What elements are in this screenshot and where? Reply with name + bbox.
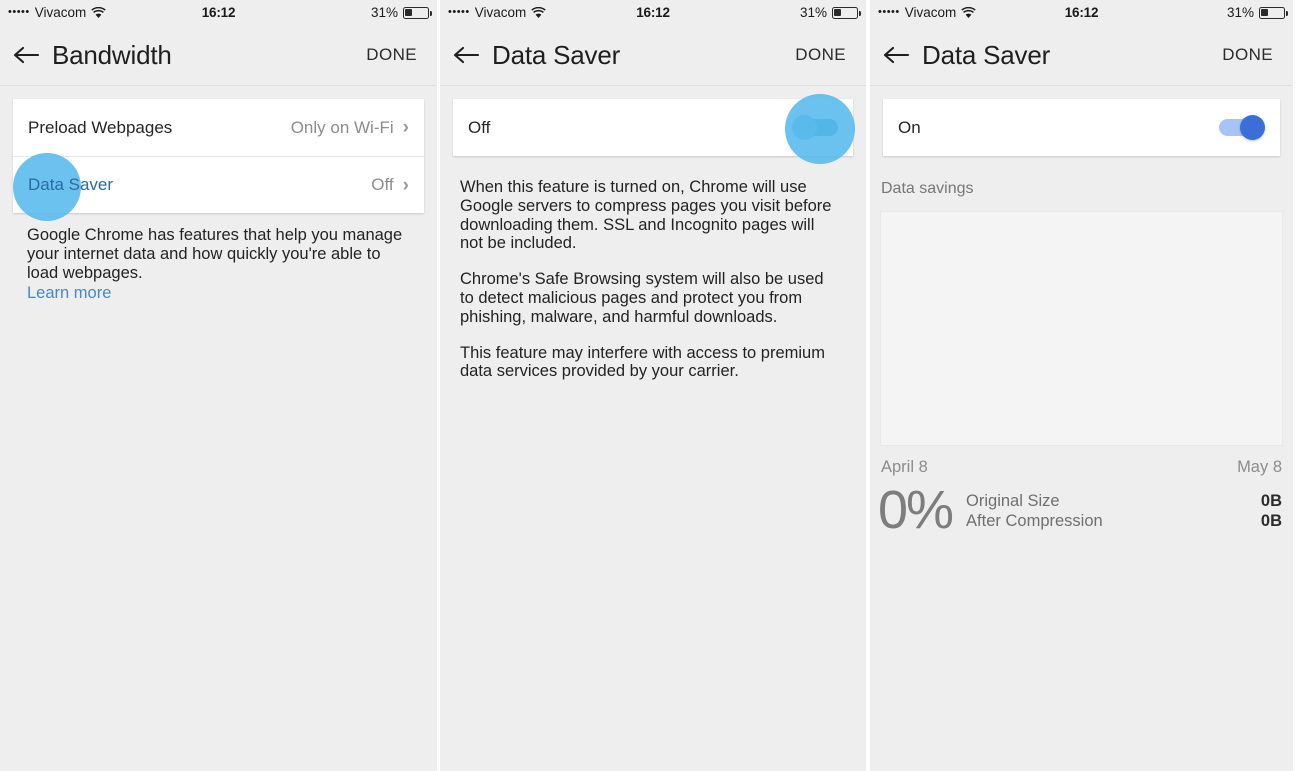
savings-percent: 0% (878, 480, 954, 540)
done-button[interactable]: DONE (795, 45, 846, 65)
battery-icon (1259, 6, 1289, 19)
data-saver-toggle-card: On (883, 99, 1280, 156)
battery-percent: 31% (799, 5, 827, 20)
stat-values: 0B 0B (1261, 491, 1282, 531)
bandwidth-description: Google Chrome has features that help you… (0, 226, 437, 303)
page-title: Data Saver (492, 39, 621, 70)
settings-card: Preload Webpages Only on Wi-Fi › Data Sa… (13, 99, 424, 213)
chevron-right-icon: › (402, 117, 409, 138)
battery-percent: 31% (1226, 5, 1254, 20)
screenshot-triptych: ••••• Vivacom 16:12 31% Bandwidth DONE P… (0, 0, 1300, 771)
stat-labels: Original Size After Compression (966, 491, 1103, 531)
nav-bar: Data Saver DONE (870, 25, 1293, 86)
chart-date-range: April 8 May 8 (870, 446, 1293, 477)
description-paragraph: When this feature is turned on, Chrome w… (460, 178, 832, 253)
panel-bandwidth: ••••• Vivacom 16:12 31% Bandwidth DONE P… (0, 0, 440, 771)
chevron-right-icon: › (402, 174, 409, 196)
description-text: Google Chrome has features that help you… (27, 226, 403, 282)
toggle-knob (792, 115, 817, 140)
learn-more-link[interactable]: Learn more (27, 284, 111, 303)
row-label: Preload Webpages (28, 117, 173, 137)
chart-date-start: April 8 (881, 458, 928, 476)
row-data-saver-toggle[interactable]: Off (453, 99, 853, 156)
stat-value-after-compression: 0B (1260, 511, 1282, 530)
row-preload-webpages[interactable]: Preload Webpages Only on Wi-Fi › (13, 99, 424, 156)
page-title: Bandwidth (52, 39, 172, 70)
status-bar: ••••• Vivacom 16:12 31% (440, 0, 866, 25)
status-bar-right: 31% (799, 5, 862, 20)
data-savings-label: Data savings (881, 180, 974, 197)
row-value: Off (371, 175, 394, 194)
row-value: Only on Wi-Fi (290, 117, 394, 137)
nav-bar: Data Saver DONE (440, 25, 866, 86)
panel-data-saver-off: ••••• Vivacom 16:12 31% Data Saver DONE … (440, 0, 870, 771)
data-saver-toggle[interactable] (792, 115, 838, 140)
description-paragraph: Chrome's Safe Browsing system will also … (460, 270, 824, 326)
done-button[interactable]: DONE (366, 45, 417, 65)
data-saver-toggle-card: Off (453, 99, 853, 156)
stat-value-original-size: 0B (1260, 491, 1282, 510)
chart-date-end: May 8 (1237, 458, 1282, 476)
row-right: Only on Wi-Fi › (291, 118, 409, 138)
data-savings-chart (880, 211, 1283, 446)
row-label: Data Saver (28, 175, 114, 194)
back-arrow-icon[interactable] (870, 45, 922, 65)
status-bar-right: 31% (1226, 5, 1289, 20)
status-bar-right: 31% (370, 5, 433, 20)
nav-bar: Bandwidth DONE (0, 25, 437, 86)
battery-icon (403, 6, 433, 19)
stat-label-original-size: Original Size (966, 491, 1060, 510)
stat-label-after-compression: After Compression (966, 511, 1103, 530)
page-title: Data Saver (922, 39, 1051, 70)
toggle-state-label: Off (468, 117, 491, 137)
panel-data-saver-on: ••••• Vivacom 16:12 31% Data Saver DONE … (870, 0, 1293, 771)
battery-icon (832, 6, 862, 19)
data-saver-toggle[interactable] (1219, 115, 1265, 140)
row-data-saver[interactable]: Data Saver Off › (13, 156, 424, 213)
back-arrow-icon[interactable] (0, 45, 52, 65)
savings-summary: 0% Original Size After Compression 0B 0B (870, 477, 1293, 540)
done-button[interactable]: DONE (1222, 45, 1273, 65)
row-right: Off › (371, 175, 409, 195)
toggle-knob (1240, 115, 1265, 140)
toggle-state-label: On (898, 117, 921, 137)
back-arrow-icon[interactable] (440, 45, 492, 65)
status-bar: ••••• Vivacom 16:12 31% (0, 0, 437, 25)
row-data-saver-toggle[interactable]: On (883, 99, 1280, 156)
data-saver-description: When this feature is turned on, Chrome w… (440, 178, 866, 381)
status-bar: ••••• Vivacom 16:12 31% (870, 0, 1293, 25)
description-paragraph: This feature may interfere with access t… (460, 343, 825, 381)
battery-percent: 31% (370, 5, 398, 20)
